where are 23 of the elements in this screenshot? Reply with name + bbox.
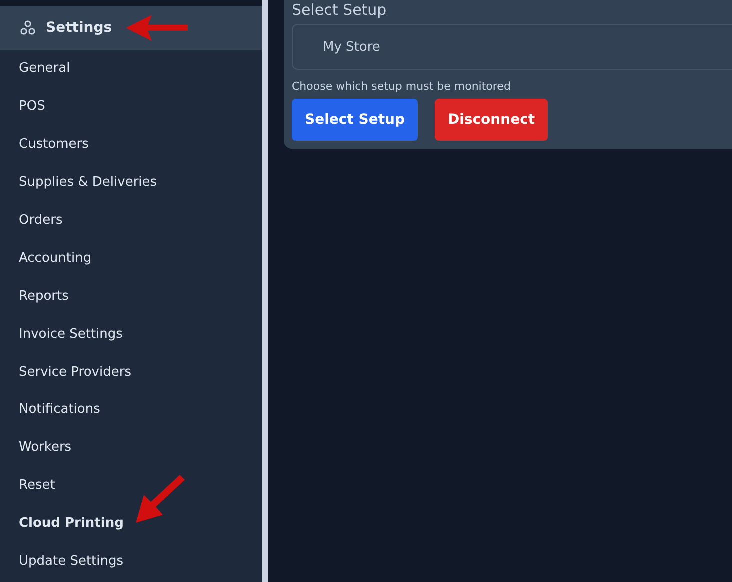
sidebar-item[interactable]: Supplies & Deliveries	[8, 164, 262, 202]
sidebar-item[interactable]: Invoice Settings	[8, 315, 262, 354]
sidebar-item[interactable]: Accounting	[8, 239, 262, 278]
settings-menu-header[interactable]: Settings	[0, 6, 262, 50]
sidebar-item[interactable]: Cloud Printing	[8, 504, 262, 543]
sidebar-item[interactable]: Reports	[8, 277, 262, 316]
sidebar-item[interactable]: POS	[8, 88, 262, 126]
sidebar-item[interactable]: General	[8, 50, 262, 88]
section-title: Select Setup	[292, 0, 388, 19]
hint-text: Choose which setup must be monitored	[292, 80, 512, 93]
nodes-icon	[20, 20, 36, 36]
annotation-arrow	[126, 15, 190, 41]
sidebar-item[interactable]: Reset	[8, 466, 262, 505]
disconnect-button[interactable]: Disconnect	[435, 99, 548, 141]
sidebar-item[interactable]: Customers	[8, 126, 262, 164]
annotation-arrow	[136, 475, 186, 523]
sidebar-item[interactable]: Notifications	[8, 391, 262, 429]
setup-select[interactable]: My Store	[292, 24, 732, 70]
sidebar-item[interactable]: Orders	[8, 202, 262, 240]
sidebar-item[interactable]: Workers	[8, 428, 262, 467]
sidebar-item[interactable]: Update Settings	[8, 542, 262, 580]
sidebar-item[interactable]: Service Providers	[8, 353, 262, 392]
select-button[interactable]: Select Setup	[292, 99, 418, 141]
